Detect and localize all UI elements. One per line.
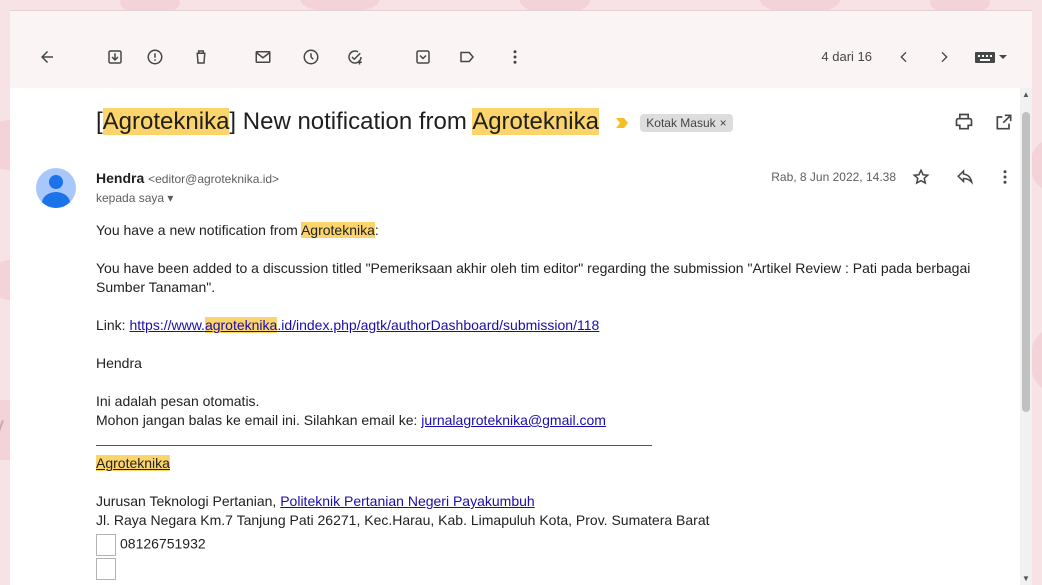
scroll-thumb[interactable] bbox=[1022, 112, 1030, 412]
avatar[interactable] bbox=[36, 168, 76, 208]
remove-label-icon[interactable]: × bbox=[720, 116, 727, 130]
subject-highlight: Agroteknika bbox=[102, 108, 230, 135]
signature-more bbox=[96, 558, 1016, 580]
sender-email: <editor@agroteknika.id> bbox=[148, 172, 280, 186]
subject-highlight: Agroteknika bbox=[472, 108, 599, 135]
body-link-line: Link: https://www.agroteknika.id/index.p… bbox=[96, 317, 600, 333]
signature-address: Jl. Raya Negara Km.7 Tanjung Pati 26271,… bbox=[96, 512, 710, 528]
institution-link[interactable]: Politeknik Pertanian Negeri Payakumbuh bbox=[280, 493, 534, 509]
star-icon[interactable] bbox=[912, 168, 930, 191]
keyboard-icon[interactable] bbox=[974, 49, 1008, 65]
prev-chevron-icon[interactable] bbox=[896, 49, 912, 65]
email-subject: [Agroteknika] New notification from Agro… bbox=[96, 108, 733, 136]
move-to-icon[interactable] bbox=[414, 48, 432, 66]
importance-marker-icon[interactable] bbox=[615, 117, 628, 128]
add-task-icon[interactable] bbox=[346, 48, 364, 66]
open-new-window-icon[interactable] bbox=[994, 112, 1014, 137]
email-date: Rab, 8 Jun 2022, 14.38 bbox=[771, 170, 896, 184]
email-body: You have a new notification from Agrotek… bbox=[96, 221, 1016, 580]
more-vert-icon[interactable] bbox=[506, 48, 524, 66]
label-chip-text: Kotak Masuk bbox=[646, 115, 716, 130]
body-line: You have a new notification from Agrotek… bbox=[96, 222, 379, 238]
body-highlight: Agroteknika bbox=[300, 222, 375, 238]
mark-unread-icon[interactable] bbox=[254, 48, 272, 66]
auto-message-line: Ini adalah pesan otomatis. bbox=[96, 393, 260, 409]
archive-icon[interactable] bbox=[106, 48, 124, 66]
reply-icon[interactable] bbox=[956, 168, 974, 191]
sender-info: Hendra <editor@agroteknika.id> bbox=[96, 170, 279, 186]
back-arrow-icon[interactable] bbox=[38, 48, 56, 66]
report-spam-icon[interactable] bbox=[146, 48, 164, 66]
label-icon[interactable] bbox=[458, 48, 476, 66]
scroll-down-icon[interactable]: ▼ bbox=[1022, 574, 1030, 583]
sender-name[interactable]: Hendra bbox=[96, 170, 144, 186]
signature-dept: Jurusan Teknologi Pertanian, Politeknik … bbox=[96, 493, 535, 509]
pager-count: 4 dari 16 bbox=[821, 49, 872, 64]
subject-part: ] New notification from bbox=[229, 108, 473, 135]
snooze-icon[interactable] bbox=[302, 48, 320, 66]
body-paragraph: You have been added to a discussion titl… bbox=[96, 260, 971, 295]
next-chevron-icon[interactable] bbox=[936, 49, 952, 65]
phone-number: 08126751932 bbox=[120, 535, 206, 552]
signature-divider bbox=[96, 445, 652, 446]
scrollbar[interactable]: ▲ ▼ bbox=[1020, 88, 1032, 585]
message-toolbar: 4 dari 16 bbox=[10, 10, 1032, 89]
contact-email-link[interactable]: jurnalagroteknika@gmail.com bbox=[421, 412, 606, 428]
submission-link[interactable]: https://www.agroteknika.id/index.php/agt… bbox=[129, 317, 599, 333]
contact-line: Mohon jangan balas ke email ini. Silahka… bbox=[96, 412, 606, 428]
label-chip-inbox[interactable]: Kotak Masuk × bbox=[640, 113, 733, 132]
scroll-up-icon[interactable]: ▲ bbox=[1022, 90, 1030, 99]
email-reading-pane: [Agroteknika] New notification from Agro… bbox=[10, 88, 1032, 585]
signature-title: Agroteknika bbox=[96, 454, 1016, 473]
recipient-toggle[interactable]: kepada saya ▾ bbox=[96, 191, 173, 205]
delete-icon[interactable] bbox=[192, 48, 210, 66]
signature-phone: 08126751932 bbox=[96, 534, 1016, 556]
image-placeholder-icon bbox=[96, 558, 116, 580]
message-more-icon[interactable] bbox=[996, 168, 1014, 191]
subject-part: [ bbox=[96, 108, 103, 135]
signature-name: Hendra bbox=[96, 355, 142, 371]
signature-title-link[interactable]: Agroteknika bbox=[96, 455, 170, 471]
phone-image-icon bbox=[96, 534, 116, 556]
print-icon[interactable] bbox=[954, 112, 974, 137]
